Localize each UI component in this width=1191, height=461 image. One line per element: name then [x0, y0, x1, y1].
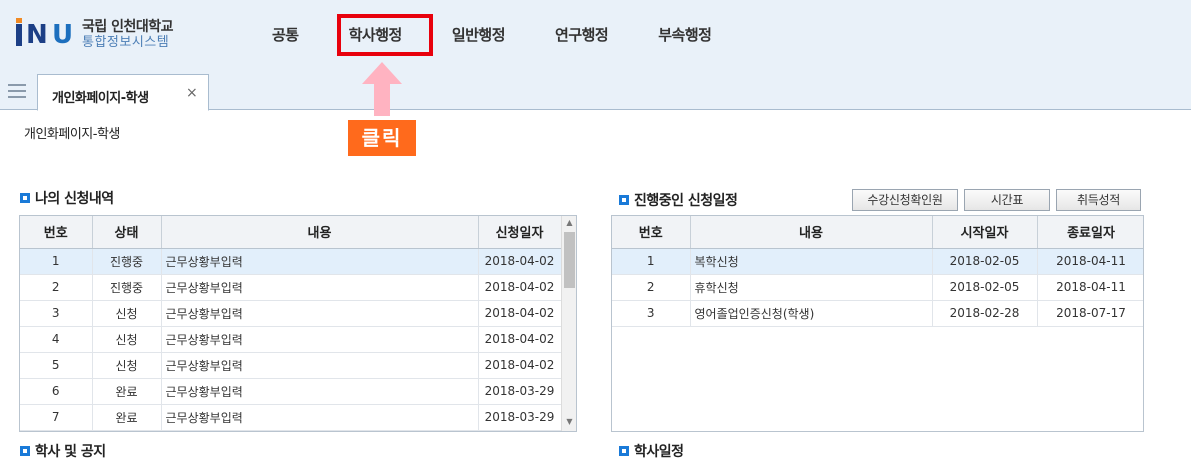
- ongoing-schedule-grid: 번호 내용 시작일자 종료일자 1 복학신청 2018-02-05 2018-0…: [611, 215, 1144, 432]
- cell-date: 2018-03-29: [478, 404, 562, 431]
- cell-no: 2: [20, 274, 93, 301]
- cell-no: 5: [20, 352, 93, 379]
- col-header-content[interactable]: 내용: [690, 216, 933, 249]
- main-nav: 공통 학사행정 일반행정 연구행정 부속행정: [250, 24, 712, 50]
- cell-end-date: 2018-04-11: [1037, 248, 1143, 275]
- cell-content: 근무상황부입력: [161, 274, 479, 301]
- col-header-date[interactable]: 신청일자: [478, 216, 562, 249]
- cell-date: 2018-04-02: [478, 352, 562, 379]
- hamburger-icon[interactable]: [8, 84, 26, 98]
- top-header: N U 국립 인천대학교 통합정보시스템 공통 학사행정 일반행정 연구행정 부…: [0, 0, 1191, 74]
- scroll-up-icon[interactable]: ▲: [562, 218, 576, 230]
- cell-no: 3: [20, 300, 93, 327]
- close-icon[interactable]: ×: [186, 85, 198, 101]
- cell-content: 근무상황부입력: [161, 352, 479, 379]
- cell-end-date: 2018-04-11: [1037, 274, 1143, 301]
- tab-personal-page-label: 개인화페이지-학생: [52, 91, 149, 106]
- cell-content: 근무상황부입력: [161, 300, 479, 327]
- arrow-up-icon: [362, 62, 402, 116]
- table-row[interactable]: 6 완료 근무상황부입력 2018-03-29: [20, 378, 562, 405]
- tab-strip: 개인화페이지-학생 ×: [0, 74, 1191, 111]
- col-header-start-date[interactable]: 시작일자: [932, 216, 1038, 249]
- cell-date: 2018-04-02: [478, 326, 562, 353]
- table-row[interactable]: 2 진행중 근무상황부입력 2018-04-02: [20, 274, 562, 301]
- inu-logo[interactable]: N U 국립 인천대학교 통합정보시스템: [14, 18, 174, 52]
- notices-heading: 학사 및 공지: [20, 441, 106, 461]
- cell-no: 6: [20, 378, 93, 405]
- notices-title: 학사 및 공지: [35, 444, 106, 460]
- academic-calendar-title: 학사일정: [634, 444, 684, 460]
- scroll-thumb[interactable]: [564, 232, 575, 288]
- click-annotation: 클릭: [348, 120, 416, 156]
- col-header-end-date[interactable]: 종료일자: [1037, 216, 1143, 249]
- table-row[interactable]: 3 신청 근무상황부입력 2018-04-02: [20, 300, 562, 327]
- cell-start-date: 2018-02-28: [932, 300, 1038, 327]
- cell-date: 2018-04-02: [478, 248, 562, 275]
- cell-content: 영어졸업인증신청(학생): [690, 300, 933, 327]
- blue-square-icon: [20, 446, 30, 456]
- nav-research-admin[interactable]: 연구행정: [555, 24, 609, 50]
- cell-content: 근무상황부입력: [161, 326, 479, 353]
- cell-status: 진행중: [92, 248, 162, 275]
- cell-content: 근무상황부입력: [161, 248, 479, 275]
- cell-status: 완료: [92, 404, 162, 431]
- col-header-no[interactable]: 번호: [612, 216, 691, 249]
- cell-date: 2018-04-02: [478, 274, 562, 301]
- col-header-status[interactable]: 상태: [92, 216, 162, 249]
- scroll-down-icon[interactable]: ▼: [562, 417, 576, 429]
- col-header-content[interactable]: 내용: [161, 216, 479, 249]
- timetable-button[interactable]: 시간표: [964, 189, 1050, 211]
- cell-no: 2: [612, 274, 691, 301]
- tab-personal-page[interactable]: 개인화페이지-학생 ×: [37, 74, 209, 111]
- table-row[interactable]: 3 영어졸업인증신청(학생) 2018-02-28 2018-07-17: [612, 300, 1143, 327]
- grid-scrollbar[interactable]: ▲ ▼: [561, 216, 576, 431]
- cell-content: 복학신청: [690, 248, 933, 275]
- table-row[interactable]: 7 완료 근무상황부입력 2018-03-29: [20, 404, 562, 431]
- cell-date: 2018-04-02: [478, 300, 562, 327]
- cell-end-date: 2018-07-17: [1037, 300, 1143, 327]
- cell-content: 휴학신청: [690, 274, 933, 301]
- col-header-no[interactable]: 번호: [20, 216, 93, 249]
- nav-highlight-box: [337, 14, 433, 56]
- cell-status: 신청: [92, 352, 162, 379]
- logo-system-name: 통합정보시스템: [82, 35, 170, 50]
- nav-general-admin[interactable]: 일반행정: [452, 24, 506, 50]
- ongoing-schedule-title: 진행중인 신청일정: [634, 193, 738, 209]
- blue-square-icon: [619, 446, 629, 456]
- blue-square-icon: [619, 195, 629, 205]
- cell-content: 근무상황부입력: [161, 378, 479, 405]
- table-row[interactable]: 4 신청 근무상황부입력 2018-04-02: [20, 326, 562, 353]
- inu-logo-mark: N U: [14, 18, 73, 52]
- cell-start-date: 2018-02-05: [932, 248, 1038, 275]
- cell-content: 근무상황부입력: [161, 404, 479, 431]
- cell-status: 완료: [92, 378, 162, 405]
- nav-common[interactable]: 공통: [272, 24, 299, 50]
- page-title: 개인화페이지-학생: [24, 127, 120, 142]
- cell-status: 신청: [92, 300, 162, 327]
- cell-no: 1: [20, 248, 93, 275]
- cell-no: 1: [612, 248, 691, 275]
- my-applications-title: 나의 신청내역: [35, 191, 114, 207]
- table-row[interactable]: 2 휴학신청 2018-02-05 2018-04-11: [612, 274, 1143, 301]
- cell-no: 7: [20, 404, 93, 431]
- nav-affiliated-admin[interactable]: 부속행정: [658, 24, 712, 50]
- earned-grades-button[interactable]: 취득성적: [1056, 189, 1141, 211]
- cell-start-date: 2018-02-05: [932, 274, 1038, 301]
- table-row[interactable]: 1 진행중 근무상황부입력 2018-04-02: [20, 248, 562, 275]
- logo-university-name: 국립 인천대학교: [82, 19, 174, 35]
- ongoing-schedule-heading: 진행중인 신청일정: [619, 190, 738, 210]
- blue-square-icon: [20, 193, 30, 203]
- my-applications-heading: 나의 신청내역: [20, 188, 114, 208]
- cell-status: 신청: [92, 326, 162, 353]
- cell-no: 3: [612, 300, 691, 327]
- table-row[interactable]: 5 신청 근무상황부입력 2018-04-02: [20, 352, 562, 379]
- enrollment-confirm-button[interactable]: 수강신청확인원: [852, 189, 958, 211]
- academic-calendar-heading: 학사일정: [619, 441, 684, 461]
- table-row[interactable]: 1 복학신청 2018-02-05 2018-04-11: [612, 248, 1143, 275]
- cell-no: 4: [20, 326, 93, 353]
- my-applications-grid: 번호 상태 내용 신청일자 1 진행중 근무상황부입력 2018-04-02 2…: [19, 215, 577, 432]
- cell-status: 진행중: [92, 274, 162, 301]
- cell-date: 2018-03-29: [478, 378, 562, 405]
